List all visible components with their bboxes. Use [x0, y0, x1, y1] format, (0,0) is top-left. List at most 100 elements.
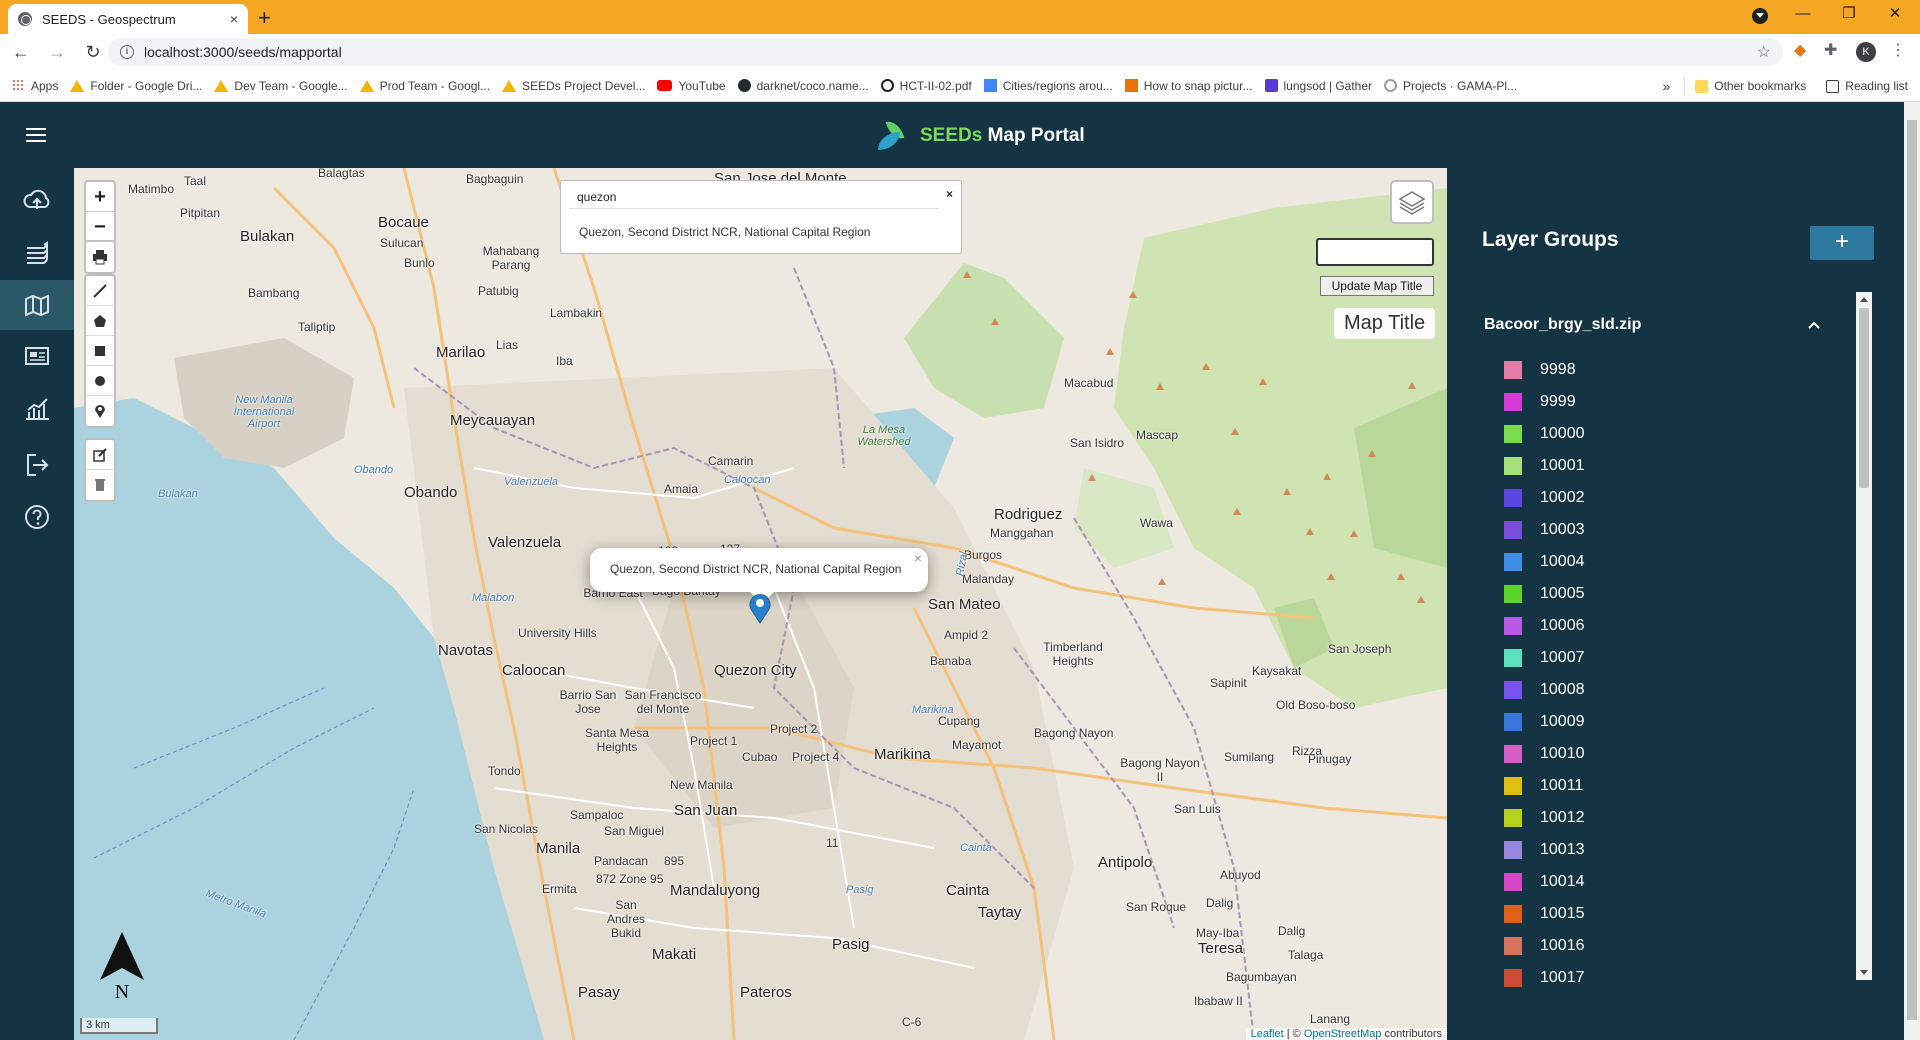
scroll-thumb[interactable]: [1859, 308, 1869, 488]
legend-item[interactable]: 9998: [1504, 354, 1804, 386]
bookmark-star-icon[interactable]: ☆: [1757, 42, 1771, 62]
bookmark-youtube[interactable]: YouTube: [657, 79, 726, 93]
draw-polyline-button[interactable]: [86, 276, 114, 306]
location-marker-icon[interactable]: [748, 592, 772, 624]
gather-icon: [1264, 79, 1278, 92]
legend-scrollbar[interactable]: [1856, 292, 1872, 980]
legend-item[interactable]: 10009: [1504, 706, 1804, 738]
legend-item[interactable]: 10010: [1504, 738, 1804, 770]
metamask-extension-icon[interactable]: ◆: [1794, 40, 1806, 60]
extensions-puzzle-icon[interactable]: ✚: [1824, 40, 1837, 60]
legend-item[interactable]: 10015: [1504, 898, 1804, 930]
map-title: Map Title: [1334, 308, 1436, 339]
legend-item[interactable]: 10000: [1504, 418, 1804, 450]
nav-help[interactable]: [0, 492, 74, 542]
legend-item[interactable]: 10004: [1504, 546, 1804, 578]
profile-avatar[interactable]: K: [1856, 42, 1876, 62]
nav-map-portal[interactable]: [0, 280, 74, 330]
nav-dashboard[interactable]: [0, 332, 74, 382]
scroll-down-arrow-icon[interactable]: [1860, 970, 1868, 975]
search-input[interactable]: [569, 185, 939, 209]
bookmark-hct-pdf[interactable]: HCT-II-02.pdf: [880, 79, 972, 93]
bookmark-icon: [983, 79, 997, 92]
layer-group-name[interactable]: Bacoor_brgy_sld.zip: [1484, 316, 1824, 334]
hamburger-menu-icon[interactable]: [26, 128, 46, 142]
place-label: Meycauayan: [450, 412, 536, 429]
site-info-icon[interactable]: i: [120, 45, 134, 59]
legend-swatch: [1504, 521, 1522, 539]
draw-circle-button[interactable]: [86, 366, 114, 396]
draw-polygon-button[interactable]: [86, 306, 114, 336]
legend-swatch: [1504, 649, 1522, 667]
legend-item[interactable]: 10006: [1504, 610, 1804, 642]
bookmark-snap-pictures[interactable]: How to snap pictur...: [1124, 79, 1253, 93]
update-map-title-button[interactable]: Update Map Title: [1320, 276, 1434, 296]
bookmark-folder-drive[interactable]: Folder - Google Dri...: [70, 79, 202, 93]
legend-item[interactable]: 10014: [1504, 866, 1804, 898]
panel-title: Layer Groups: [1482, 228, 1619, 251]
osm-link[interactable]: OpenStreetMap: [1304, 1028, 1382, 1040]
close-window-button[interactable]: ✕: [1872, 4, 1918, 22]
back-button[interactable]: ←: [6, 42, 36, 63]
bookmark-dev-team[interactable]: Dev Team - Google...: [214, 79, 348, 93]
page-scrollbar[interactable]: [1904, 102, 1920, 1040]
other-bookmarks[interactable]: Other bookmarks: [1695, 79, 1806, 93]
nav-datasets[interactable]: [0, 228, 74, 278]
bookmark-seeds-project[interactable]: SEEDs Project Devel...: [502, 79, 645, 93]
reading-list[interactable]: Reading list: [1826, 79, 1908, 93]
map-canvas[interactable]: Balagtas Bagbaguin San Jose del Monte Ma…: [74, 168, 1447, 1040]
legend-item[interactable]: 10017: [1504, 962, 1804, 994]
new-tab-button[interactable]: +: [258, 5, 271, 31]
nav-analytics[interactable]: [0, 384, 74, 434]
search-result-item[interactable]: Quezon, Second District NCR, National Ca…: [579, 225, 870, 239]
bookmark-prod-team[interactable]: Prod Team - Googl...: [359, 79, 490, 93]
forward-button[interactable]: →: [42, 42, 72, 63]
legend-item[interactable]: 10005: [1504, 578, 1804, 610]
legend-item[interactable]: 10016: [1504, 930, 1804, 962]
legend-item[interactable]: 10011: [1504, 770, 1804, 802]
scroll-up-arrow-icon[interactable]: [1860, 297, 1868, 302]
place-label: Barrio San Jose: [559, 688, 617, 716]
legend-item[interactable]: 10003: [1504, 514, 1804, 546]
leaflet-link[interactable]: Leaflet: [1251, 1028, 1284, 1040]
legend-item[interactable]: 10013: [1504, 834, 1804, 866]
bookmark-lungsod-gather[interactable]: lungsod | Gather: [1264, 79, 1372, 93]
legend-item[interactable]: 9999: [1504, 386, 1804, 418]
bookmark-gama-projects[interactable]: Projects · GAMA-Pl...: [1384, 79, 1517, 93]
restore-button[interactable]: ❐: [1826, 4, 1872, 22]
page-scroll-thumb[interactable]: [1907, 120, 1917, 1020]
bookmarks-overflow-button[interactable]: »: [1662, 78, 1670, 94]
place-label: Mahabang Parang: [482, 244, 540, 272]
legend-item[interactable]: 10002: [1504, 482, 1804, 514]
minimize-button[interactable]: —: [1780, 5, 1826, 22]
edit-layers-button[interactable]: [86, 440, 114, 470]
legend-item[interactable]: 10001: [1504, 450, 1804, 482]
legend-swatch: [1504, 873, 1522, 891]
bookmark-darknet[interactable]: darknet/coco.name...: [737, 79, 869, 93]
tab-search-icon[interactable]: [1752, 8, 1768, 24]
bookmark-cities-regions[interactable]: Cities/regions arou...: [983, 79, 1113, 93]
draw-marker-button[interactable]: [86, 396, 114, 426]
legend-item[interactable]: 10012: [1504, 802, 1804, 834]
add-layer-group-button[interactable]: +: [1810, 226, 1874, 260]
browser-tab[interactable]: SEEDS - Geospectrum ×: [8, 4, 248, 34]
layer-switcher-button[interactable]: [1390, 180, 1434, 224]
tab-close-icon[interactable]: ×: [230, 11, 238, 27]
draw-rectangle-button[interactable]: [86, 336, 114, 366]
nav-upload[interactable]: [0, 176, 74, 226]
address-bar[interactable]: i localhost:3000/seeds/mapportal ☆: [108, 38, 1783, 66]
reload-button[interactable]: ↻: [78, 42, 108, 63]
legend-item[interactable]: 10007: [1504, 642, 1804, 674]
search-clear-icon[interactable]: ×: [946, 187, 953, 201]
delete-layers-button[interactable]: [86, 470, 114, 500]
bookmark-apps[interactable]: Apps: [12, 79, 58, 93]
chevron-up-icon[interactable]: [1807, 318, 1821, 332]
zoom-out-button[interactable]: −: [86, 212, 114, 242]
map-title-input[interactable]: [1316, 238, 1434, 266]
nav-logout[interactable]: [0, 440, 74, 490]
legend-item[interactable]: 10008: [1504, 674, 1804, 706]
print-button[interactable]: [86, 242, 114, 272]
popup-close-icon[interactable]: ×: [914, 550, 922, 566]
zoom-in-button[interactable]: +: [86, 182, 114, 212]
browser-menu-icon[interactable]: ⋮: [1890, 40, 1906, 60]
